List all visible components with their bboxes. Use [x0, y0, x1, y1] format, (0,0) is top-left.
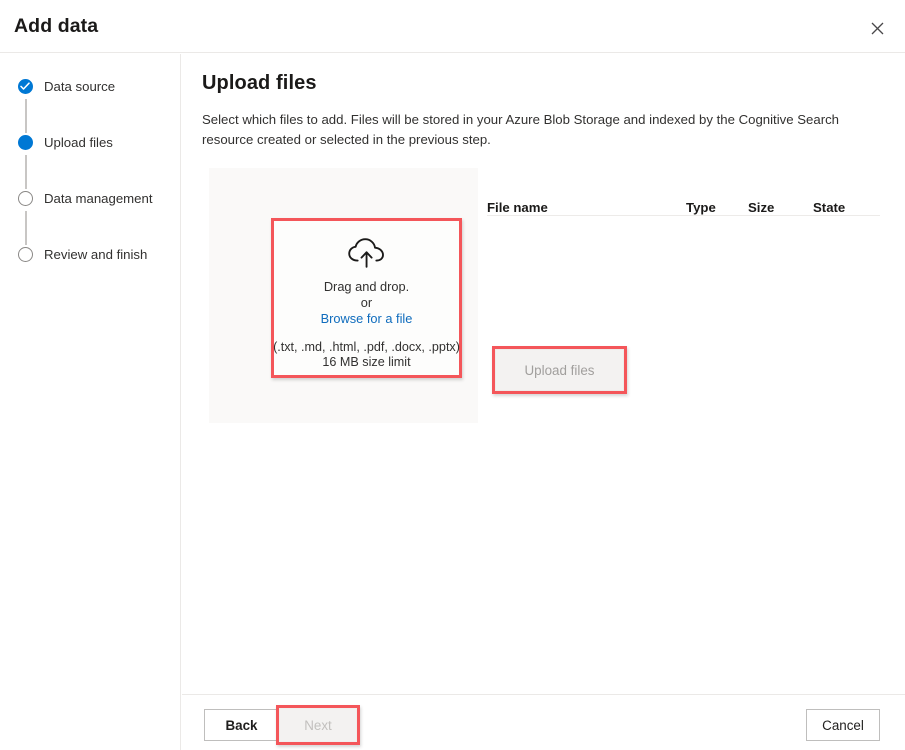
sidebar-item-data-source[interactable]: Data source [18, 76, 115, 96]
step-pending-icon [18, 246, 33, 262]
browse-for-a-file-link[interactable]: Browse for a file [321, 311, 413, 326]
dropzone-or-text: or [360, 295, 373, 310]
file-dropzone[interactable]: Drag and drop. or Browse for a file (.tx… [273, 221, 460, 375]
column-header-size[interactable]: Size [748, 200, 813, 215]
sidebar-item-label: Review and finish [44, 246, 148, 262]
sidebar-item-upload-files[interactable]: Upload files [18, 132, 113, 152]
dropzone-size-limit-text: 16 MB size limit [322, 355, 411, 369]
check-icon [20, 81, 31, 90]
add-data-dialog: Add data Data source Upload files Data m… [0, 0, 905, 750]
next-button[interactable]: Next [279, 708, 357, 742]
back-button[interactable]: Back [204, 709, 279, 741]
file-table-header-row: File name Type Size State [487, 188, 880, 216]
step-pending-icon [18, 190, 33, 206]
close-icon[interactable] [861, 13, 893, 43]
dropzone-filetypes-text: (.txt, .md, .html, .pdf, .docx, .pptx) [273, 340, 460, 354]
close-icon-glyph [871, 22, 883, 34]
sidebar-item-review-and-finish[interactable]: Review and finish [18, 244, 147, 264]
step-complete-icon [18, 78, 33, 94]
step-connector [25, 155, 27, 189]
main-content: Upload files Select which files to add. … [182, 54, 905, 694]
dialog-title: Add data [14, 15, 99, 37]
dropzone-annotation-box: Drag and drop. or Browse for a file (.tx… [271, 218, 462, 378]
wizard-step-sidebar: Data source Upload files Data management… [0, 54, 181, 750]
column-header-state[interactable]: State [813, 200, 873, 215]
file-table-body [487, 216, 880, 246]
sidebar-item-label: Data source [44, 78, 116, 94]
next-button-annotation-box: Next [276, 705, 360, 745]
sidebar-item-label: Upload files [44, 134, 113, 150]
dialog-footer: Back Next Cancel [182, 694, 905, 750]
sidebar-item-data-management[interactable]: Data management [18, 188, 153, 208]
sidebar-item-label: Data management [44, 190, 153, 206]
dropzone-drag-text: Drag and drop. [323, 279, 410, 294]
file-table: File name Type Size State [487, 188, 880, 246]
dialog-header: Add data [0, 0, 905, 53]
step-connector [25, 99, 27, 133]
upload-panel: Drag and drop. or Browse for a file (.tx… [209, 168, 478, 423]
page-title: Upload files [202, 72, 317, 94]
upload-button-annotation-box: Upload files [492, 346, 627, 394]
column-header-type[interactable]: Type [686, 200, 748, 215]
upload-files-button[interactable]: Upload files [495, 349, 624, 391]
step-current-icon [18, 134, 33, 150]
page-description: Select which files to add. Files will be… [202, 112, 840, 147]
cloud-upload-icon [347, 238, 384, 268]
column-header-file-name[interactable]: File name [487, 200, 686, 215]
step-connector [25, 211, 27, 245]
cancel-button[interactable]: Cancel [806, 709, 880, 741]
